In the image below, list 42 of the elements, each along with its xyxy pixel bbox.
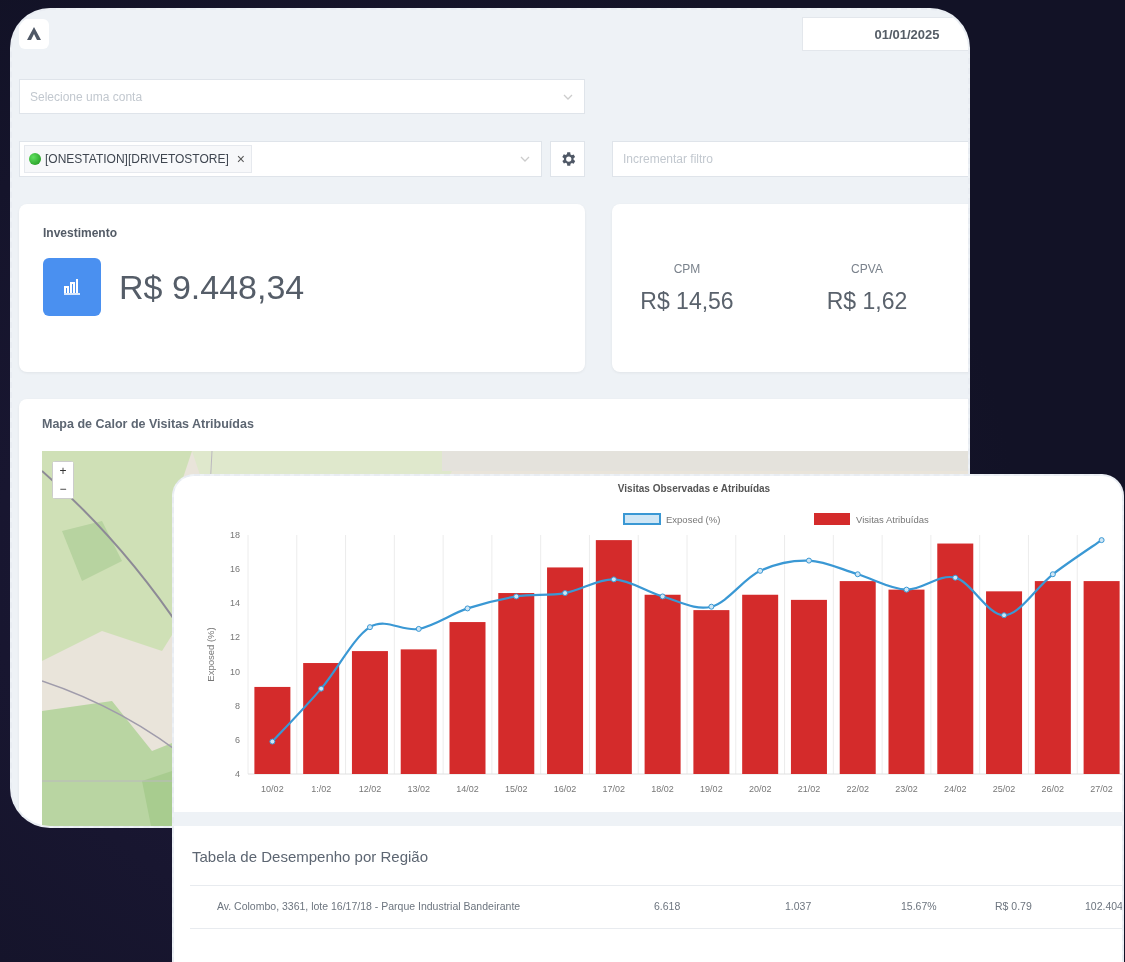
y-tick-label: 16 [230, 564, 240, 575]
table-cell-text: 6.618 [654, 900, 682, 912]
x-tick-label: 12/02 [358, 784, 382, 794]
metric-label: CPM [673, 261, 701, 276]
x-tick-label: 1:/02 [311, 784, 332, 794]
x-tick-label: 18/02 [651, 784, 674, 794]
x-tick-label: 17/02 [602, 784, 626, 794]
x-tick-label: 25/02 [992, 784, 1016, 794]
x-tick-label: 27/02 [1090, 784, 1113, 794]
metric-label: CPVA [851, 261, 883, 276]
y-tick-label: 18 [230, 530, 240, 540]
table-cell: 102.404 [1085, 900, 1122, 912]
y-tick-label: 10 [230, 666, 240, 677]
x-tick-label: 10/02 [261, 784, 284, 794]
x-tick-label: 16/02 [553, 784, 577, 794]
table-cell-text: 15.67% [901, 900, 938, 912]
map-title: Mapa de Calor de Visitas Atribuídas [42, 417, 255, 431]
chart-title: Visitas Observadas e Atribuídas [617, 483, 771, 494]
y-tick-label: 12 [230, 632, 240, 643]
metric-value: R$ 1,62 [826, 287, 908, 315]
x-tick-label: 19/02 [700, 784, 723, 794]
metric-value: R$ 14,56 [640, 287, 734, 315]
table-cell-text: Av. Colombo, 3361, lote 16/17/18 - Parque Industrial Bandeirante [217, 900, 522, 912]
x-tick-label: 23/02 [895, 784, 918, 794]
y-tick-label: 4 [235, 769, 240, 779]
y-tick-label: 14 [230, 598, 240, 609]
x-tick-label: 21/02 [797, 784, 821, 794]
table-title: Tabela de Desempenho por Região [191, 847, 429, 867]
investment-label: Investimento [43, 226, 118, 240]
table-cell-text: R$ 0.79 [995, 900, 1033, 912]
table-cell-text: 1.037 [785, 900, 813, 912]
x-tick-label: 20/02 [748, 784, 772, 794]
y-tick-label: 6 [235, 734, 240, 745]
investment-value: R$ 9.448,34 [119, 267, 305, 307]
y-axis-label: Exposed (%) [205, 627, 216, 682]
x-tick-label: 15/02 [505, 784, 528, 794]
x-tick-label: 22/02 [846, 784, 869, 794]
x-tick-label: 24/02 [944, 784, 967, 794]
y-tick-label: 8 [235, 700, 240, 711]
x-tick-label: 14/02 [456, 784, 479, 794]
x-tick-label: 26/02 [1041, 784, 1065, 794]
x-tick-label: 13/02 [407, 784, 430, 794]
